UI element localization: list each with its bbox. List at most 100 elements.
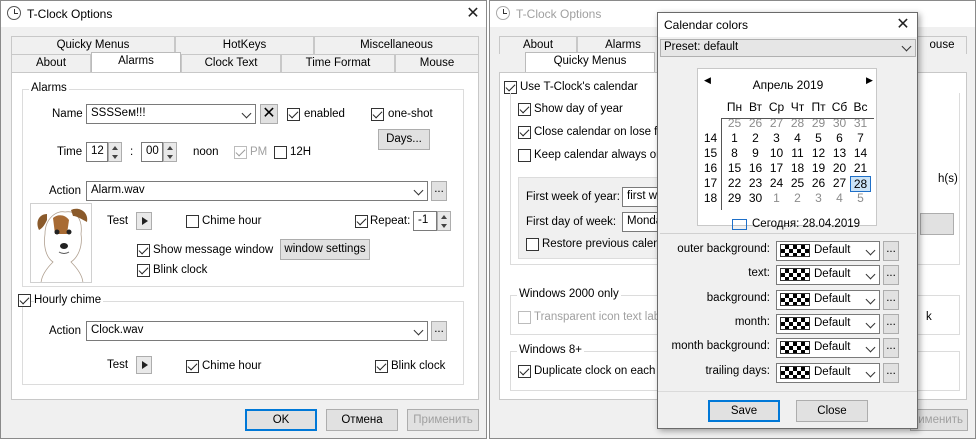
chevron-down-icon[interactable] bbox=[901, 41, 913, 53]
right-apply-button[interactable]: именить bbox=[910, 409, 968, 431]
enabled-checkbox[interactable] bbox=[287, 108, 300, 121]
repeat-input[interactable]: -1 bbox=[413, 211, 437, 231]
duplicate-clock-checkbox[interactable] bbox=[518, 365, 531, 378]
repeat-checkbox[interactable] bbox=[355, 215, 368, 228]
delete-alarm-button[interactable]: ✕ bbox=[260, 104, 278, 124]
close-icon[interactable]: ✕ bbox=[893, 15, 913, 35]
calendar-day[interactable]: 2 bbox=[745, 131, 766, 145]
transparent-label-checkbox[interactable] bbox=[518, 311, 531, 324]
calendar-day[interactable]: 16 bbox=[745, 161, 766, 175]
partial-button[interactable] bbox=[920, 213, 954, 235]
hour-input[interactable]: 12 bbox=[86, 142, 108, 162]
tab-quicky-menus[interactable]: Quicky Menus bbox=[525, 52, 655, 72]
calendar-day[interactable]: 1 bbox=[766, 191, 787, 205]
alarm-action-combo[interactable]: Alarm.wav bbox=[86, 181, 428, 201]
window-settings-button[interactable]: window settings bbox=[280, 239, 370, 260]
color-browse-button[interactable]: ... bbox=[883, 265, 899, 286]
color-combo[interactable]: Default bbox=[776, 362, 880, 383]
color-browse-button[interactable]: ... bbox=[883, 289, 899, 310]
color-browse-button[interactable]: ... bbox=[883, 362, 899, 383]
restore-calendar-checkbox[interactable] bbox=[526, 238, 539, 251]
chevron-down-icon[interactable] bbox=[865, 294, 877, 306]
chevron-down-icon[interactable] bbox=[865, 245, 877, 257]
chevron-down-icon[interactable] bbox=[413, 185, 425, 197]
alarm-chime-hour-checkbox[interactable] bbox=[186, 215, 199, 228]
calendar-day[interactable]: 22 bbox=[724, 176, 745, 190]
save-button[interactable]: Save bbox=[708, 400, 780, 422]
hourly-action-combo[interactable]: Clock.wav bbox=[86, 321, 428, 341]
calendar-day[interactable]: 25 bbox=[787, 176, 808, 190]
calendar-day[interactable]: 18 bbox=[787, 161, 808, 175]
hourly-chime-hour-checkbox[interactable] bbox=[186, 360, 199, 373]
keep-calendar-checkbox[interactable] bbox=[518, 149, 531, 162]
hourly-chime-checkbox[interactable] bbox=[18, 294, 31, 307]
days-button[interactable]: Days... bbox=[378, 129, 430, 150]
calendar-day[interactable]: 28 bbox=[850, 176, 871, 192]
tab-time-format[interactable]: Time Format bbox=[281, 54, 395, 72]
minute-spinner[interactable] bbox=[163, 142, 177, 162]
chevron-down-icon[interactable] bbox=[865, 269, 877, 281]
chevron-down-icon[interactable] bbox=[241, 108, 253, 120]
calendar-day[interactable]: 14 bbox=[850, 146, 871, 160]
hour-spinner[interactable] bbox=[108, 142, 122, 162]
color-browse-button[interactable]: ... bbox=[883, 338, 899, 359]
calendar-day[interactable]: 27 bbox=[829, 176, 850, 190]
tab-hotkeys[interactable]: HotKeys bbox=[175, 36, 314, 54]
apply-button[interactable]: Применить bbox=[407, 409, 479, 431]
chevron-down-icon[interactable] bbox=[865, 318, 877, 330]
chevron-down-icon[interactable] bbox=[413, 325, 425, 337]
calendar-day[interactable]: 12 bbox=[808, 146, 829, 160]
blink-clock-checkbox[interactable] bbox=[137, 264, 150, 277]
show-message-checkbox[interactable] bbox=[137, 244, 150, 257]
pm-checkbox[interactable] bbox=[234, 146, 247, 159]
color-combo[interactable]: Default bbox=[776, 313, 880, 334]
tab-clock-text[interactable]: Clock Text bbox=[181, 54, 281, 72]
today-text[interactable]: Сегодня: 28.04.2019 bbox=[752, 218, 860, 230]
tab-alarms[interactable]: Alarms bbox=[91, 52, 181, 72]
close-button[interactable]: Close bbox=[796, 400, 868, 422]
calendar-day[interactable]: 29 bbox=[724, 191, 745, 205]
color-combo[interactable]: Default bbox=[776, 289, 880, 310]
show-day-of-year-checkbox[interactable] bbox=[518, 103, 531, 116]
alarm-browse-button[interactable]: ... bbox=[431, 181, 447, 201]
hourly-blink-clock-checkbox[interactable] bbox=[375, 360, 388, 373]
hourly-browse-button[interactable]: ... bbox=[431, 321, 447, 341]
color-browse-button[interactable]: ... bbox=[883, 313, 899, 334]
calendar-day[interactable]: 9 bbox=[745, 146, 766, 160]
calendar-day[interactable]: 11 bbox=[787, 146, 808, 160]
calendar-day[interactable]: 30 bbox=[745, 191, 766, 205]
calendar-day[interactable]: 3 bbox=[808, 191, 829, 205]
close-calendar-checkbox[interactable] bbox=[518, 126, 531, 139]
tab-about[interactable]: About bbox=[11, 54, 91, 72]
calendar-day[interactable]: 5 bbox=[850, 191, 871, 205]
next-month-icon[interactable]: ▶ bbox=[866, 75, 873, 86]
12h-checkbox[interactable] bbox=[274, 146, 287, 159]
calendar-day[interactable]: 4 bbox=[829, 191, 850, 205]
calendar-day[interactable]: 8 bbox=[724, 146, 745, 160]
calendar-day[interactable]: 3 bbox=[766, 131, 787, 145]
close-icon[interactable]: ✕ bbox=[463, 4, 483, 24]
color-combo[interactable]: Default bbox=[776, 338, 880, 359]
calendar-day[interactable]: 13 bbox=[829, 146, 850, 160]
alarm-name-combo[interactable]: SSSSем!!! bbox=[86, 104, 256, 124]
calendar-day[interactable]: 5 bbox=[808, 131, 829, 145]
tab-miscellaneous[interactable]: Miscellaneous bbox=[314, 36, 479, 54]
chevron-down-icon[interactable] bbox=[865, 342, 877, 354]
chevron-down-icon[interactable] bbox=[865, 367, 877, 379]
calendar-day[interactable]: 26 bbox=[808, 176, 829, 190]
calendar-day[interactable]: 19 bbox=[808, 161, 829, 175]
repeat-spinner[interactable] bbox=[437, 211, 451, 231]
calendar-day[interactable]: 20 bbox=[829, 161, 850, 175]
calendar-day[interactable]: 4 bbox=[787, 131, 808, 145]
tab-mouse[interactable]: ouse bbox=[917, 36, 967, 54]
alarm-test-play-button[interactable] bbox=[136, 212, 152, 230]
calendar-day[interactable]: 6 bbox=[829, 131, 850, 145]
calendar-day[interactable]: 1 bbox=[724, 131, 745, 145]
color-browse-button[interactable]: ... bbox=[883, 241, 899, 261]
tab-mouse[interactable]: Mouse bbox=[395, 54, 479, 72]
color-combo[interactable]: Default bbox=[776, 265, 880, 286]
left-title-bar[interactable]: T-Clock Options ✕ bbox=[1, 1, 486, 27]
calendar-day[interactable]: 2 bbox=[787, 191, 808, 205]
one-shot-checkbox[interactable] bbox=[371, 108, 384, 121]
minute-input[interactable]: 00 bbox=[141, 142, 163, 162]
